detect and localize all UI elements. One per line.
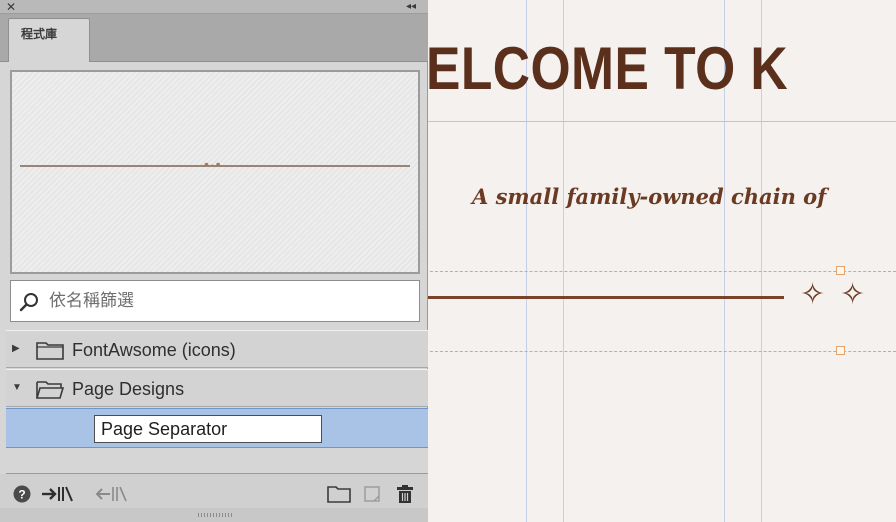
tree-item-label: Page Designs (72, 379, 185, 399)
frame-edge-bottom (420, 351, 896, 352)
separator-line[interactable] (428, 296, 784, 299)
panel-title-bar[interactable]: ✕ ◂◂ (0, 0, 428, 14)
frame-handle-bottom[interactable] (836, 346, 845, 355)
tab-library[interactable]: 程式庫 (8, 18, 90, 62)
frame-edge-top (420, 271, 896, 272)
preview-ornament-icon: •·• (204, 156, 222, 172)
new-group-icon[interactable] (326, 484, 352, 504)
place-item-icon[interactable] (40, 484, 74, 504)
close-icon[interactable]: ✕ (6, 0, 16, 14)
library-panel: ✕ ◂◂ 程式庫 •·• ▶ FontAwsome (icons) (0, 0, 428, 522)
tree-item-page-designs[interactable]: ▼ Page Designs (6, 369, 428, 407)
sparkle-ornament-icon: ✧ (840, 278, 866, 311)
tree-item-fontawesome[interactable]: ▶ FontAwsome (icons) (6, 330, 428, 368)
folder-open-icon (36, 381, 64, 399)
folder-icon (36, 342, 64, 360)
library-list-empty-area (6, 448, 428, 474)
page-headline: ELCOME TO K (426, 35, 789, 102)
rename-item-field[interactable] (94, 415, 322, 443)
collapse-arrow-icon[interactable]: ▼ (12, 382, 22, 393)
page-tagline: A small family-owned chain of (472, 184, 827, 209)
help-icon[interactable]: ? (12, 484, 32, 504)
expand-arrow-icon[interactable]: ▶ (12, 343, 20, 354)
tree-item-page-separator[interactable] (6, 408, 428, 448)
tab-library-label: 程式庫 (21, 27, 58, 41)
search-icon (19, 293, 38, 312)
sparkle-ornament-icon: ✧ (800, 278, 826, 311)
add-item-icon[interactable] (94, 484, 128, 504)
tree-item-label: FontAwsome (icons) (72, 340, 236, 360)
filter-box[interactable] (10, 280, 420, 322)
collapse-panel-icon[interactable]: ◂◂ (406, 0, 416, 14)
frame-handle-top[interactable] (836, 266, 845, 275)
item-preview: •·• (10, 70, 420, 274)
panel-resize-grip[interactable] (0, 508, 428, 522)
svg-text:?: ? (18, 488, 25, 502)
application-window: ELCOME TO K A small family-owned chain o… (0, 0, 896, 522)
filter-by-name-input[interactable] (49, 287, 409, 315)
new-item-icon[interactable] (362, 484, 384, 504)
delete-icon[interactable] (394, 484, 416, 504)
